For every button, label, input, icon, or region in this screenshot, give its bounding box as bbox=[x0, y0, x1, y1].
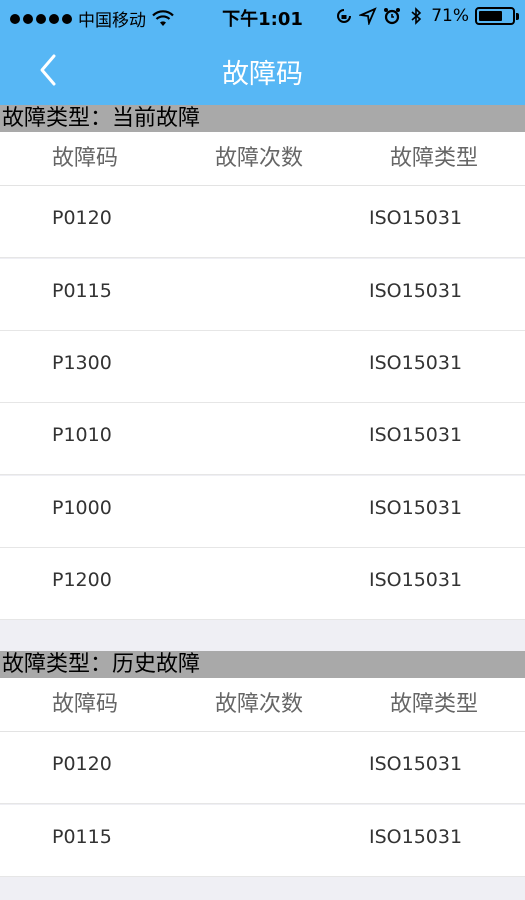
column-header-code: 故障码 bbox=[52, 692, 119, 717]
fault-type: ISO15031 bbox=[369, 569, 463, 591]
fault-code: P0120 bbox=[52, 753, 112, 775]
fault-code: P1010 bbox=[52, 424, 112, 446]
fault-code: P1300 bbox=[52, 352, 112, 374]
fault-type: ISO15031 bbox=[369, 497, 463, 519]
column-header-type: 故障类型 bbox=[390, 692, 479, 717]
fault-code: P1200 bbox=[52, 569, 112, 591]
fault-type: ISO15031 bbox=[369, 826, 463, 848]
column-header-count: 故障次数 bbox=[215, 692, 304, 717]
table-row[interactable]: P1300 ISO15031 bbox=[0, 331, 525, 403]
fault-type: ISO15031 bbox=[369, 280, 463, 302]
table-row[interactable]: P0120 ISO15031 bbox=[0, 732, 525, 804]
fault-code: P0115 bbox=[52, 826, 112, 848]
table-row[interactable]: P1200 ISO15031 bbox=[0, 548, 525, 620]
fault-code: P0115 bbox=[52, 280, 112, 302]
battery-percent: 71% bbox=[431, 6, 469, 26]
section-header-current: 故障类型：当前故障 bbox=[0, 105, 525, 132]
fault-type: ISO15031 bbox=[369, 753, 463, 775]
page-title: 故障码 bbox=[222, 59, 303, 90]
section-header-history: 故障类型：历史故障 bbox=[0, 651, 525, 678]
battery-fill bbox=[479, 11, 502, 21]
table-row[interactable]: P1010 ISO15031 bbox=[0, 403, 525, 475]
table-row[interactable]: P0120 ISO15031 bbox=[0, 186, 525, 258]
alarm-icon bbox=[384, 8, 401, 25]
status-bar: 中国移动 下午1:01 71% bbox=[0, 0, 525, 34]
column-header-code: 故障码 bbox=[52, 146, 119, 171]
fault-code: P0120 bbox=[52, 207, 112, 229]
rotation-lock-icon bbox=[337, 9, 352, 23]
fault-code: P1000 bbox=[52, 497, 112, 519]
top-bar: 中国移动 下午1:01 71% 故障码 bbox=[0, 0, 525, 105]
location-arrow-icon bbox=[359, 7, 377, 25]
fault-type: ISO15031 bbox=[369, 207, 463, 229]
nav-bar: 故障码 bbox=[0, 34, 525, 105]
battery-icon bbox=[475, 7, 519, 25]
column-header-count: 故障次数 bbox=[215, 146, 304, 171]
bluetooth-icon bbox=[411, 7, 422, 25]
column-header-type: 故障类型 bbox=[390, 146, 479, 171]
fault-type: ISO15031 bbox=[369, 352, 463, 374]
column-header-row: 故障码 故障次数 故障类型 bbox=[0, 678, 525, 732]
table-row[interactable]: P0115 ISO15031 bbox=[0, 259, 525, 331]
fault-type: ISO15031 bbox=[369, 424, 463, 446]
table-row[interactable]: P1000 ISO15031 bbox=[0, 476, 525, 548]
table-row[interactable]: P0115 ISO15031 bbox=[0, 805, 525, 877]
column-header-row: 故障码 故障次数 故障类型 bbox=[0, 132, 525, 186]
